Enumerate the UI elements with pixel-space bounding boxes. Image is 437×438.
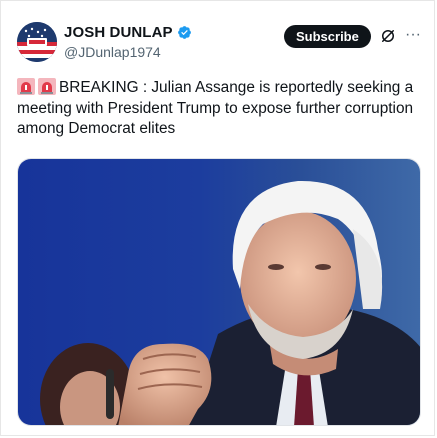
post-text: BREAKING : Julian Assange is reportedly … — [17, 79, 414, 137]
photo-image — [18, 159, 420, 425]
post-text-container: BREAKING : Julian Assange is reportedly … — [17, 78, 429, 140]
grok-icon[interactable] — [379, 27, 397, 45]
author-handle[interactable]: @JDunlap1974 — [64, 44, 161, 60]
post-media-photo[interactable] — [17, 158, 421, 426]
subscribe-button[interactable]: Subscribe — [284, 25, 371, 48]
author-display-name[interactable]: JOSH DUNLAP — [64, 24, 173, 41]
more-icon[interactable]: ··· — [404, 26, 422, 44]
verified-badge-icon — [177, 26, 191, 39]
avatar[interactable] — [17, 22, 57, 62]
flag-avatar-icon — [17, 22, 57, 62]
siren-icon — [17, 78, 35, 95]
author-name-row[interactable]: JOSH DUNLAP — [64, 24, 192, 41]
siren-icon — [38, 78, 56, 95]
